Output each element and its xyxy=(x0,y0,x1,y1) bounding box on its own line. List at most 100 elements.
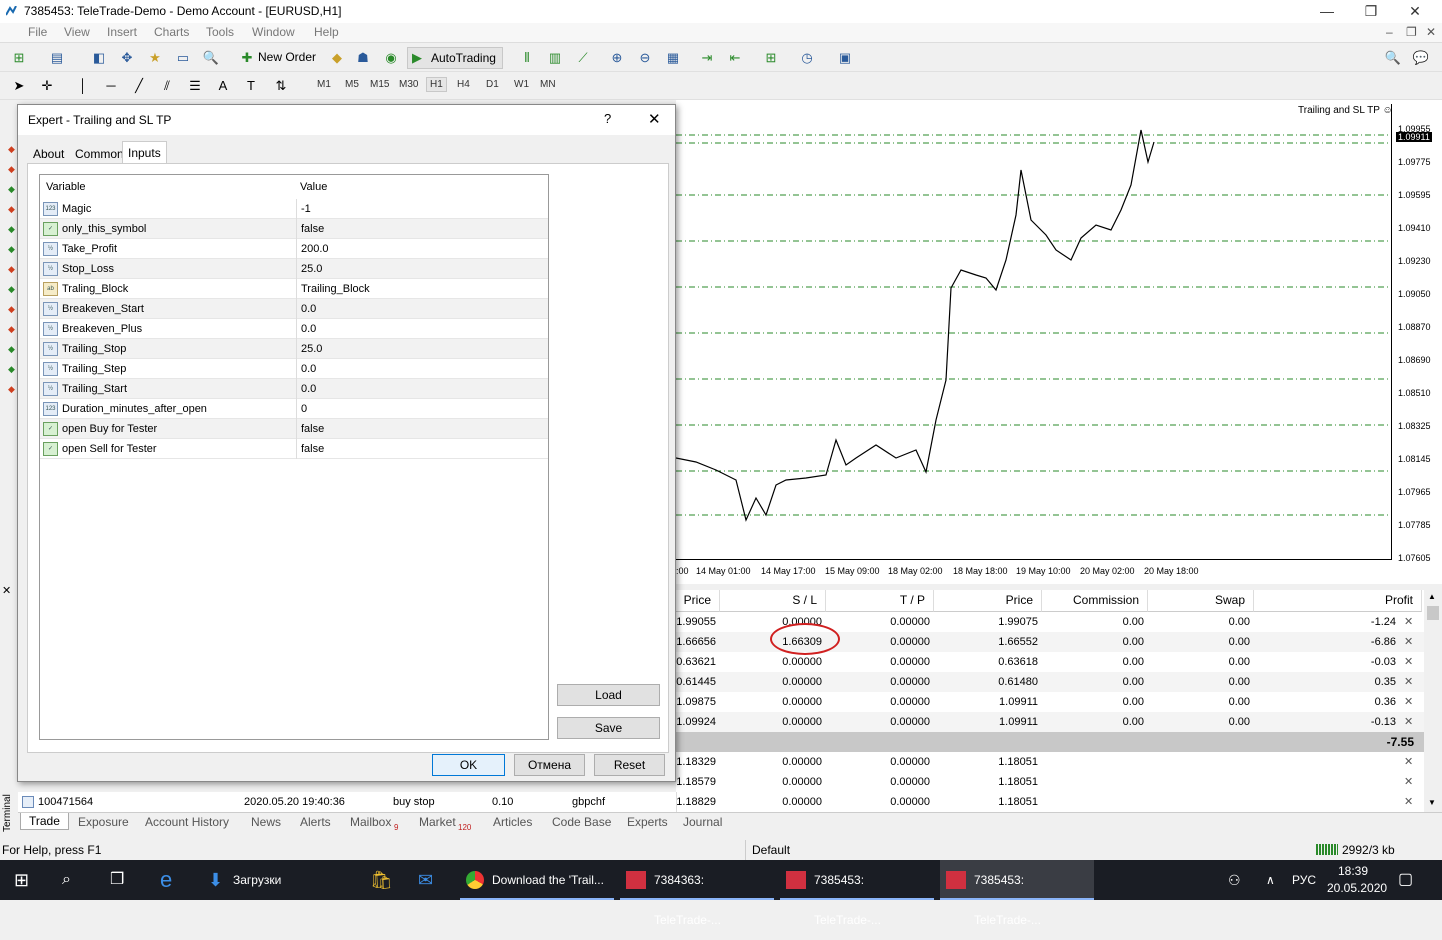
param-value[interactable]: 0.0 xyxy=(296,319,548,339)
col-commission[interactable]: Commission xyxy=(1042,590,1148,612)
menu-charts[interactable]: Charts xyxy=(154,25,189,39)
cursor-icon[interactable]: ➤ xyxy=(8,76,30,96)
position-row[interactable]: 0.63621 0.00000 0.00000 0.63618 0.00 0.0… xyxy=(676,652,1442,672)
clock-date[interactable]: 20.05.2020 xyxy=(1327,881,1387,895)
horizontal-line-icon[interactable]: ─ xyxy=(100,76,122,96)
tab-inputs[interactable]: Inputs xyxy=(122,141,167,165)
col-sl[interactable]: S / L xyxy=(720,590,826,612)
signals-icon[interactable]: ◉ xyxy=(380,48,402,68)
col-price-open[interactable]: Price xyxy=(676,590,720,612)
trade-scrollbar[interactable]: ▲ ▼ xyxy=(1424,590,1442,812)
market-watch-icon[interactable]: ◧ xyxy=(88,48,110,68)
param-row[interactable]: ½ Trailing_Step 0.0 xyxy=(40,359,548,379)
tf-w1[interactable]: W1 xyxy=(514,79,529,90)
metaeditor-icon[interactable]: ◆ xyxy=(326,48,348,68)
param-value[interactable]: Trailing_Block xyxy=(296,279,548,299)
close-position-icon[interactable]: ✕ xyxy=(1404,672,1413,692)
terminal-close-icon[interactable]: ✕ xyxy=(2,584,11,597)
tf-m30[interactable]: M30 xyxy=(399,79,418,90)
close-position-icon[interactable]: ✕ xyxy=(1404,712,1413,732)
position-row[interactable]: 1.09875 0.00000 0.00000 1.09911 0.00 0.0… xyxy=(676,692,1442,712)
close-position-icon[interactable]: ✕ xyxy=(1404,632,1413,652)
text-icon[interactable]: A xyxy=(212,76,234,96)
language-indicator[interactable]: РУС xyxy=(1292,860,1316,900)
tab-trade[interactable]: Trade xyxy=(20,813,69,830)
tab-news[interactable]: News xyxy=(251,815,281,829)
param-row[interactable]: 123 Magic -1 xyxy=(40,199,548,219)
tester-icon[interactable]: 🔍 xyxy=(200,48,222,68)
store-icon[interactable]: 🛍 xyxy=(370,860,393,900)
tab-account-history[interactable]: Account History xyxy=(145,815,229,829)
download-arrow-icon[interactable]: ⬇ xyxy=(208,860,223,900)
chart-shift-icon[interactable]: ⇤ xyxy=(724,48,746,68)
param-row[interactable]: ½ Breakeven_Start 0.0 xyxy=(40,299,548,319)
param-row[interactable]: ab Traling_Block Trailing_Block xyxy=(40,279,548,299)
profiles-icon[interactable]: ▤ xyxy=(46,48,68,68)
menu-window[interactable]: Window xyxy=(252,25,295,39)
options-icon[interactable]: ☗ xyxy=(352,48,374,68)
param-row[interactable]: 123 Duration_minutes_after_open 0 xyxy=(40,399,548,419)
mdi-close-icon[interactable]: ✕ xyxy=(1426,25,1436,39)
param-value[interactable]: 25.0 xyxy=(296,259,548,279)
param-value[interactable]: -1 xyxy=(296,199,548,219)
candlestick-icon[interactable]: ▥ xyxy=(544,48,566,68)
arrows-icon[interactable]: ⇅ xyxy=(270,76,292,96)
param-row[interactable]: ✓ only_this_symbol false xyxy=(40,219,548,239)
minimize-button[interactable]: — xyxy=(1304,0,1350,23)
tf-mn[interactable]: MN xyxy=(540,79,556,90)
col-tp[interactable]: T / P xyxy=(826,590,934,612)
new-chart-icon[interactable]: ⊞ xyxy=(8,48,30,68)
tab-code-base[interactable]: Code Base xyxy=(552,815,611,829)
help-button[interactable]: ? xyxy=(604,111,611,126)
pending-row[interactable]: 1.18579 0.00000 0.00000 1.18051 ✕ xyxy=(676,772,1442,792)
tf-m15[interactable]: M15 xyxy=(370,79,389,90)
param-value[interactable]: 0.0 xyxy=(296,359,548,379)
periods-icon[interactable]: ◷ xyxy=(796,48,818,68)
taskbar-mt-2[interactable]: 7385453: TeleTrade-... xyxy=(780,860,934,927)
close-button[interactable]: ✕ xyxy=(1392,0,1438,23)
position-row[interactable]: 1.09924 0.00000 0.00000 1.09911 0.00 0.0… xyxy=(676,712,1442,732)
tile-windows-icon[interactable]: ▦ xyxy=(662,48,684,68)
menu-file[interactable]: File xyxy=(28,25,47,39)
scroll-thumb[interactable] xyxy=(1427,606,1439,620)
zoom-out-icon[interactable]: ⊖ xyxy=(634,48,656,68)
col-swap[interactable]: Swap xyxy=(1148,590,1254,612)
maximize-button[interactable]: ❐ xyxy=(1348,0,1394,23)
load-button[interactable]: Load xyxy=(557,684,660,706)
param-value[interactable]: false xyxy=(296,219,548,239)
data-window-icon[interactable]: ✥ xyxy=(116,48,138,68)
param-row[interactable]: ½ Breakeven_Plus 0.0 xyxy=(40,319,548,339)
mail-icon[interactable]: ✉ xyxy=(418,860,433,900)
param-row[interactable]: ½ Trailing_Start 0.0 xyxy=(40,379,548,399)
line-chart-icon[interactable]: ⟋ xyxy=(572,48,594,68)
delete-order-icon[interactable]: ✕ xyxy=(1404,792,1413,812)
windows-start-icon[interactable]: ⊞ xyxy=(14,860,29,900)
tab-alerts[interactable]: Alerts xyxy=(300,815,331,829)
pending-row[interactable]: 1.18329 0.00000 0.00000 1.18051 ✕ xyxy=(676,752,1442,772)
param-value[interactable]: 200.0 xyxy=(296,239,548,259)
reset-button[interactable]: Reset xyxy=(594,754,665,776)
delete-order-icon[interactable]: ✕ xyxy=(1404,752,1413,772)
menu-view[interactable]: View xyxy=(64,25,90,39)
order-row[interactable]: 100471564 2020.05.20 19:40:36 buy stop 0… xyxy=(18,792,677,812)
save-button[interactable]: Save xyxy=(557,717,660,739)
delete-order-icon[interactable]: ✕ xyxy=(1404,772,1413,792)
tray-chevron-icon[interactable]: ∧ xyxy=(1266,860,1275,900)
param-value[interactable]: false xyxy=(296,419,548,439)
taskbar-downloads[interactable]: Загрузки xyxy=(233,860,281,900)
bar-chart-icon[interactable]: ⫴ xyxy=(516,48,538,68)
param-row[interactable]: ½ Trailing_Stop 25.0 xyxy=(40,339,548,359)
cancel-button[interactable]: Отмена xyxy=(514,754,585,776)
param-row[interactable]: ½ Take_Profit 200.0 xyxy=(40,239,548,259)
col-profit[interactable]: Profit xyxy=(1254,590,1422,612)
param-row[interactable]: ½ Stop_Loss 25.0 xyxy=(40,259,548,279)
col-price[interactable]: Price xyxy=(934,590,1042,612)
menu-insert[interactable]: Insert xyxy=(107,25,137,39)
tab-journal[interactable]: Journal xyxy=(683,815,722,829)
trendline-icon[interactable]: ╱ xyxy=(128,76,150,96)
autoscroll-icon[interactable]: ⇥ xyxy=(696,48,718,68)
mdi-minimize-icon[interactable]: – xyxy=(1386,25,1393,39)
templates-icon[interactable]: ▣ xyxy=(834,48,856,68)
position-row[interactable]: 0.61445 0.00000 0.00000 0.61480 0.00 0.0… xyxy=(676,672,1442,692)
scroll-down-icon[interactable]: ▼ xyxy=(1428,798,1436,807)
